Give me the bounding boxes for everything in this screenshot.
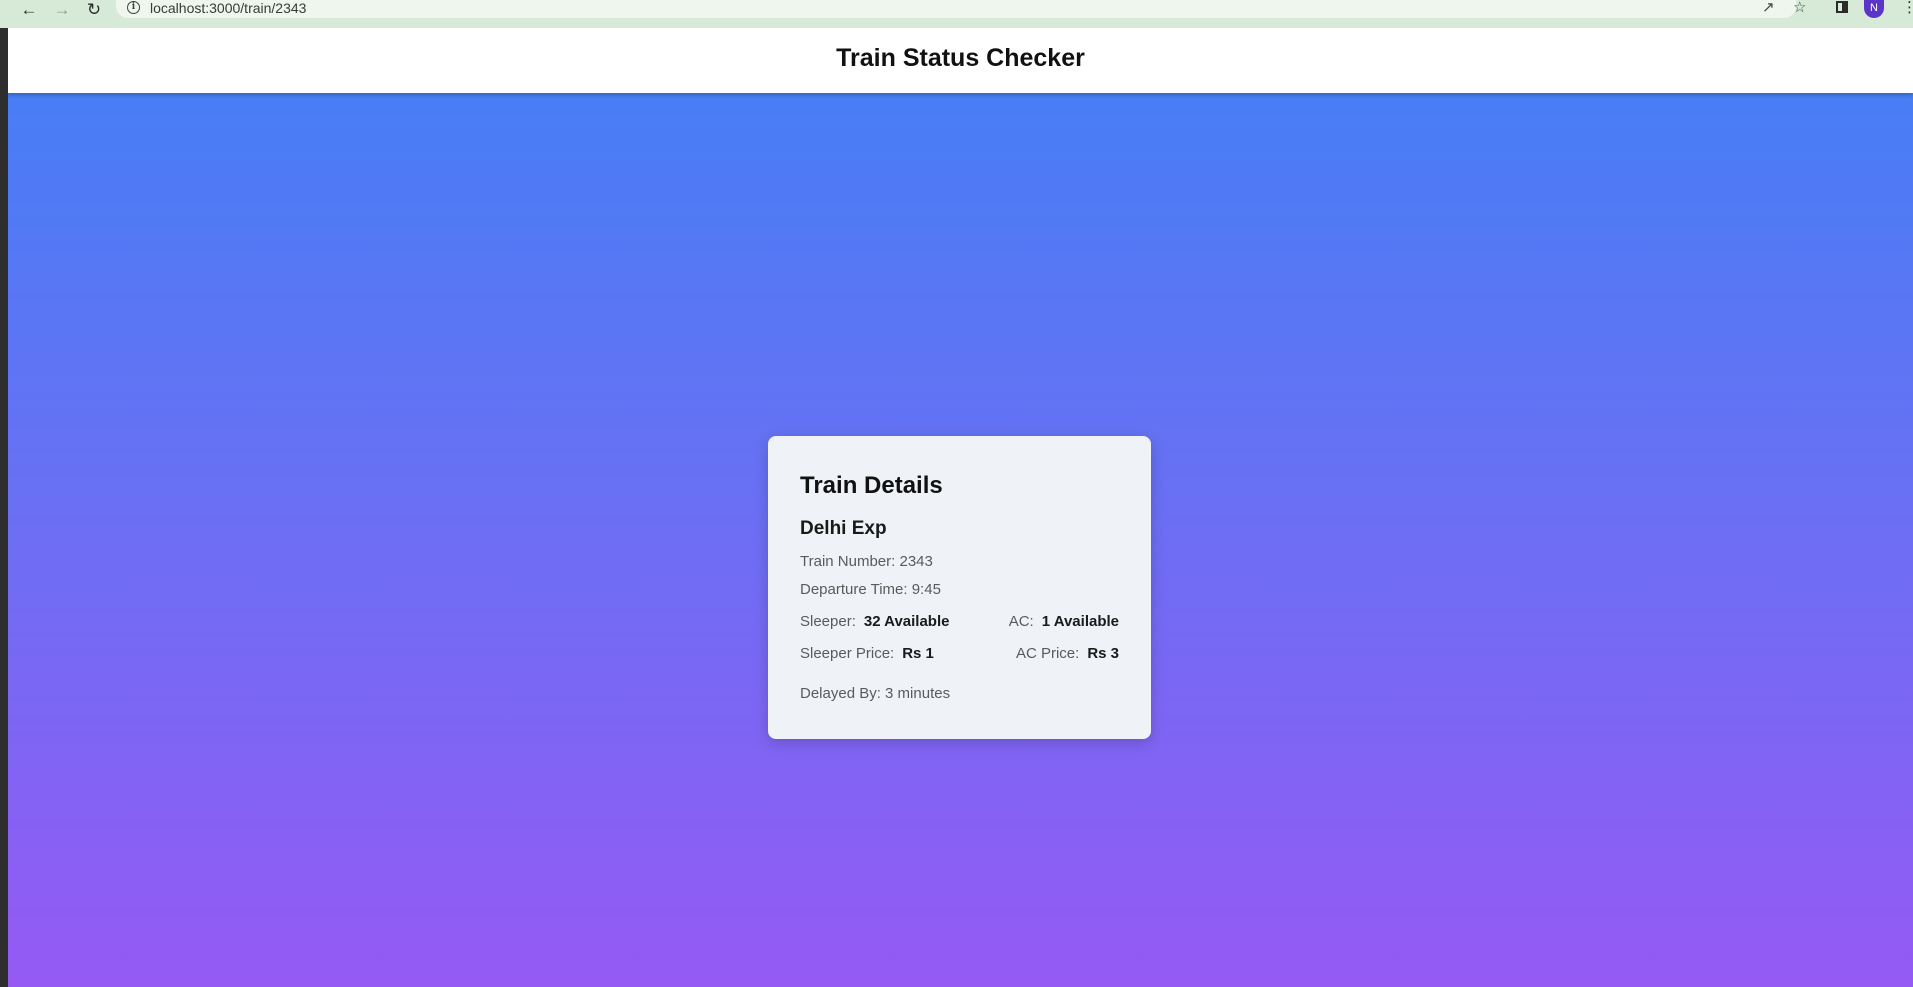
card-title: Train Details xyxy=(800,472,943,499)
train-number-value: 2343 xyxy=(899,553,933,570)
ac-price: AC Price: Rs 3 xyxy=(1016,645,1119,663)
sleeper-price-value: Rs 1 xyxy=(902,645,934,662)
url-text[interactable]: localhost:3000/train/2343 xyxy=(150,0,306,16)
forward-icon[interactable]: → xyxy=(51,0,73,18)
app-header: Train Status Checker xyxy=(8,28,1913,93)
page-viewport: Train Status Checker Train Details Delhi… xyxy=(8,28,1913,987)
price-row: Sleeper Price: Rs 1 AC Price: Rs 3 xyxy=(800,645,1119,663)
seat-availability-row: Sleeper: 32 Available AC: 1 Available xyxy=(800,613,1119,631)
delayed-value: 3 minutes xyxy=(885,685,951,702)
more-vertical-icon[interactable]: ⋮ xyxy=(1902,0,1913,16)
sleeper-price-label: Sleeper Price: xyxy=(800,645,895,662)
address-bar[interactable]: i localhost:3000/train/2343 xyxy=(116,0,1796,18)
star-icon[interactable]: ☆ xyxy=(1793,0,1806,16)
side-panel-icon[interactable] xyxy=(1836,1,1848,13)
ac-value: 1 Available xyxy=(1041,613,1119,630)
ac-price-value: Rs 3 xyxy=(1087,645,1119,662)
sleeper-availability: Sleeper: 32 Available xyxy=(800,613,949,631)
departure-time-value: 9:45 xyxy=(911,581,941,598)
departure-time-label: Departure Time: xyxy=(800,581,908,598)
departure-time-line: Departure Time: 9:45 xyxy=(800,581,1119,599)
sleeper-price: Sleeper Price: Rs 1 xyxy=(800,645,934,663)
ac-availability: AC: 1 Available xyxy=(1009,613,1119,631)
delay-line: Delayed By: 3 minutes xyxy=(800,685,1119,703)
sleeper-label: Sleeper: xyxy=(800,613,856,630)
reload-icon[interactable]: ↻ xyxy=(83,0,105,18)
train-details-card: Train Details Delhi Exp Train Number: 23… xyxy=(768,436,1151,739)
sleeper-value: 32 Available xyxy=(863,613,950,630)
browser-toolbar: ← → ↻ i localhost:3000/train/2343 ↗ ☆ N … xyxy=(0,0,1913,28)
profile-avatar[interactable]: N xyxy=(1864,0,1884,18)
info-icon[interactable]: i xyxy=(127,1,140,14)
ac-label: AC: xyxy=(1008,613,1034,630)
ac-price-label: AC Price: xyxy=(1015,645,1080,662)
window-edge xyxy=(0,28,8,987)
delayed-label: Delayed By: xyxy=(800,685,881,702)
page-title: Train Status Checker xyxy=(836,44,1085,72)
train-name: Delhi Exp xyxy=(800,518,887,539)
train-number-line: Train Number: 2343 xyxy=(800,553,1119,571)
share-icon[interactable]: ↗ xyxy=(1762,0,1775,16)
train-number-label: Train Number: xyxy=(800,553,896,570)
back-icon[interactable]: ← xyxy=(18,0,40,18)
